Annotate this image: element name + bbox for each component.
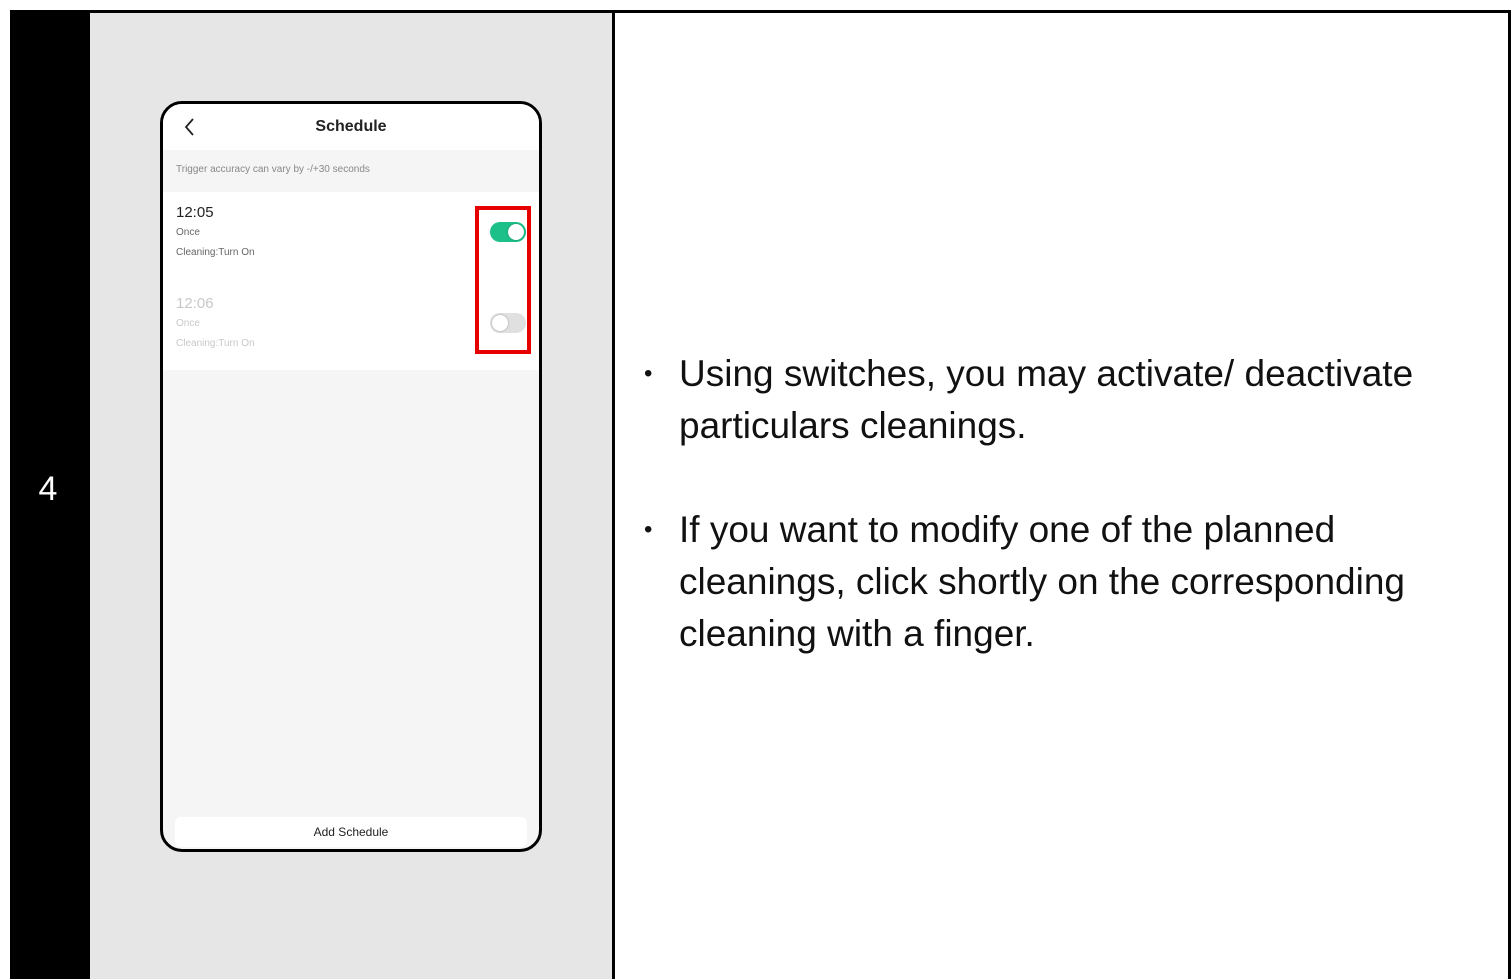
schedule-action: Cleaning:Turn On xyxy=(176,338,255,349)
instruction-text: Using switches, you may activate/ deacti… xyxy=(679,353,1414,446)
manual-page: 4 Schedule Trigger accuracy can vary by … xyxy=(0,0,1511,979)
instruction-item: • If you want to modify one of the plann… xyxy=(640,504,1480,660)
schedule-item[interactable]: 12:05 Once Cleaning:Turn On xyxy=(176,204,255,258)
step-number: 4 xyxy=(38,470,58,508)
phone-header: Schedule xyxy=(163,104,539,150)
toggle-highlight-box xyxy=(475,206,531,354)
instruction-item: • Using switches, you may activate/ deac… xyxy=(640,348,1480,452)
add-schedule-button[interactable]: Add Schedule xyxy=(175,817,527,847)
schedule-item[interactable]: 12:06 Once Cleaning:Turn On xyxy=(176,295,255,349)
instructions: • Using switches, you may activate/ deac… xyxy=(640,348,1480,660)
schedule-action: Cleaning:Turn On xyxy=(176,247,255,258)
schedule-repeat: Once xyxy=(176,227,200,238)
screen-title: Schedule xyxy=(315,118,387,135)
schedule-time: 12:05 xyxy=(176,204,214,221)
schedule-time: 12:06 xyxy=(176,295,214,312)
bullet-icon: • xyxy=(644,516,653,543)
schedule-repeat: Once xyxy=(176,318,200,329)
accuracy-hint: Trigger accuracy can vary by -/+30 secon… xyxy=(176,164,370,175)
instruction-text: If you want to modify one of the planned… xyxy=(679,509,1405,654)
column-divider xyxy=(612,13,615,979)
bullet-icon: • xyxy=(644,360,653,387)
